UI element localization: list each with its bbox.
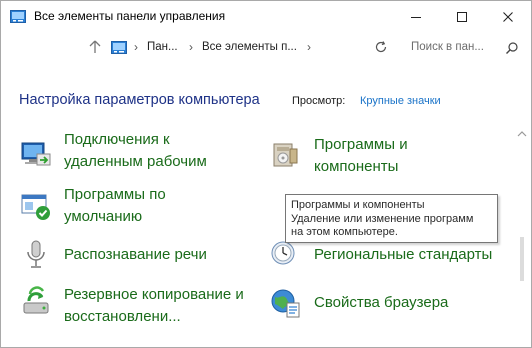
remote-desktop-icon bbox=[20, 139, 52, 171]
backup-restore-icon bbox=[20, 285, 52, 317]
breadcrumb-all-items[interactable]: Все элементы п... bbox=[202, 41, 297, 53]
search-icon[interactable] bbox=[505, 41, 519, 55]
item-region-label[interactable]: Региональные стандарты bbox=[314, 244, 492, 266]
programs-features-icon bbox=[269, 139, 301, 171]
item-internet-options-label[interactable]: Свойства браузера bbox=[314, 292, 448, 314]
close-button[interactable] bbox=[485, 1, 531, 32]
chevron-right-icon[interactable]: › bbox=[134, 40, 138, 54]
scroll-up-button[interactable] bbox=[515, 127, 529, 141]
scrollbar-thumb[interactable] bbox=[520, 237, 524, 281]
title-bar[interactable]: Все элементы панели управления bbox=[1, 1, 531, 33]
window-title: Все элементы панели управления bbox=[34, 9, 226, 23]
tooltip: Программы и компоненты Удаление или изме… bbox=[285, 194, 498, 243]
control-panel-icon bbox=[111, 41, 127, 54]
default-programs-icon bbox=[20, 191, 52, 223]
item-backup-restore-line1[interactable]: Резервное копирование и bbox=[64, 284, 244, 306]
internet-options-icon bbox=[269, 287, 301, 319]
minimize-button[interactable] bbox=[393, 1, 439, 32]
item-default-programs-line2[interactable]: умолчанию bbox=[64, 206, 142, 228]
item-programs-features-line1[interactable]: Программы и bbox=[314, 134, 408, 156]
maximize-button[interactable] bbox=[439, 1, 485, 32]
item-speech-recognition-label[interactable]: Распознавание речи bbox=[64, 244, 207, 266]
control-panel-icon bbox=[10, 10, 26, 23]
control-panel-window: Все элементы панели управления › Пан... … bbox=[0, 0, 532, 348]
search-input[interactable]: Поиск в пан... bbox=[401, 36, 523, 60]
view-mode-dropdown[interactable]: Крупные значки bbox=[360, 95, 441, 107]
item-backup-restore-line2[interactable]: восстановлени... bbox=[64, 306, 181, 328]
item-remote-desktop-line2[interactable]: удаленным рабочим bbox=[64, 151, 207, 173]
chevron-right-icon[interactable]: › bbox=[307, 40, 311, 54]
view-label: Просмотр: bbox=[292, 95, 346, 107]
item-default-programs-line1[interactable]: Программы по bbox=[64, 184, 166, 206]
item-programs-features-line2[interactable]: компоненты bbox=[314, 156, 398, 178]
refresh-icon[interactable] bbox=[373, 39, 389, 55]
up-arrow-icon[interactable] bbox=[87, 39, 103, 55]
page-title: Настройка параметров компьютера bbox=[19, 92, 260, 108]
tooltip-title: Программы и компоненты bbox=[291, 199, 425, 211]
speech-recognition-icon bbox=[20, 239, 52, 271]
address-bar: › Пан... › Все элементы п... › Поиск в п… bbox=[1, 34, 531, 62]
tooltip-description: Удаление или изменение программ bbox=[291, 212, 474, 225]
tooltip-description-cont: на этом компьютере. bbox=[291, 226, 398, 238]
item-remote-desktop-line1[interactable]: Подключения к bbox=[64, 129, 170, 151]
search-placeholder: Поиск в пан... bbox=[411, 41, 484, 53]
region-icon bbox=[269, 239, 301, 271]
breadcrumb-control-panel[interactable]: Пан... bbox=[147, 41, 178, 53]
chevron-right-icon[interactable]: › bbox=[189, 40, 193, 54]
